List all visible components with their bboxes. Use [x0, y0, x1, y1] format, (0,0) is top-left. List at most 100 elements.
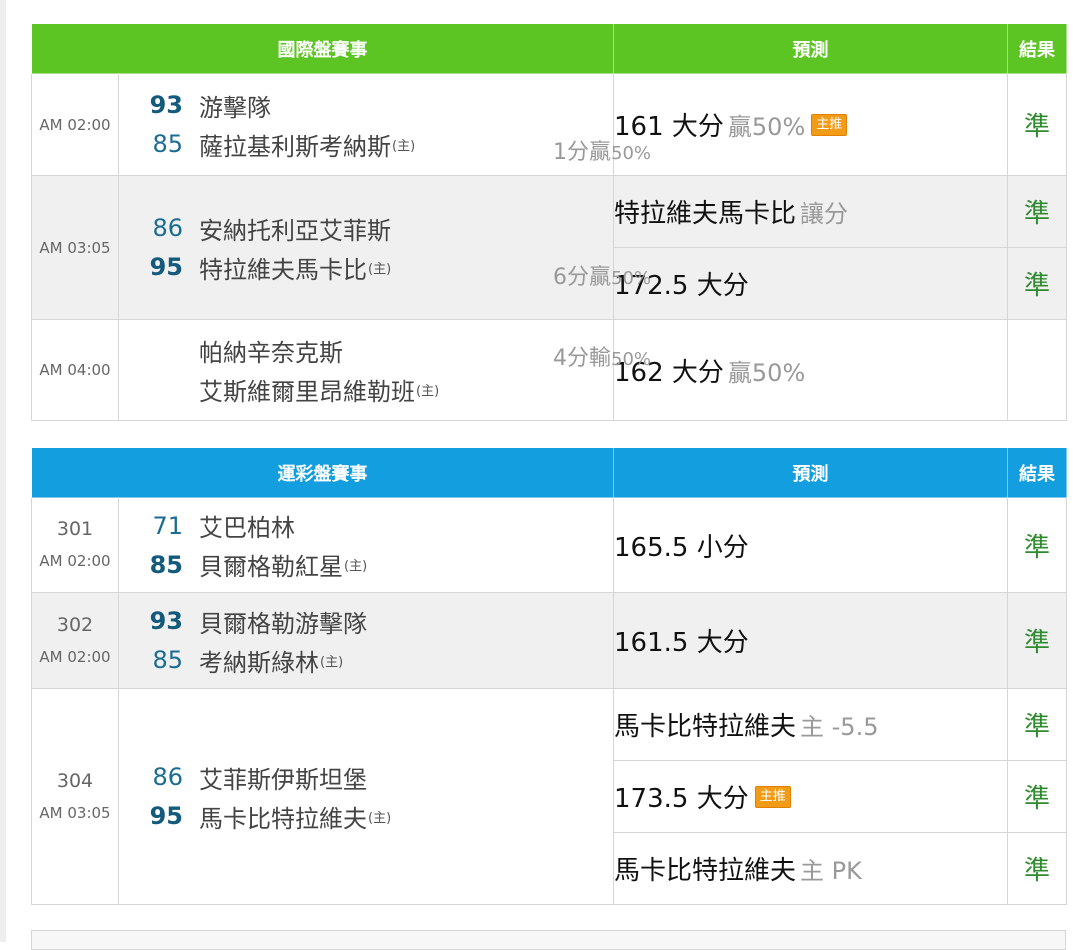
home-team-line: 95 特拉維夫馬卡比 (主) — [119, 248, 613, 287]
home-mark: (主) — [344, 559, 368, 574]
result-cell: 準 — [1007, 688, 1067, 761]
home-team-line: 85 考納斯綠林 (主) — [119, 641, 613, 680]
prediction-sub: 主 -5.5 — [800, 713, 879, 741]
away-score: 86 — [152, 214, 183, 242]
match-time: 301 AM 02:00 — [31, 497, 119, 593]
result-cell: 準 — [1007, 175, 1067, 248]
match-time: AM 04:00 — [31, 319, 119, 421]
prediction-main: 165.5 小分 — [614, 532, 749, 563]
home-score: 95 — [149, 253, 183, 281]
prediction-cell: 馬卡比特拉維夫主 PK — [613, 832, 1008, 905]
intl-header-match: 國際盤賽事 — [31, 23, 614, 74]
away-team-name: 艾菲斯伊斯坦堡 — [199, 765, 367, 794]
match-time: 302 AM 02:00 — [31, 592, 119, 689]
table-row: AM 03:05 86 安納托利亞艾菲斯 95 特拉維夫馬卡比 (主) 6分贏50… — [31, 175, 1067, 320]
prediction-main: 馬卡比特拉維夫 — [614, 712, 797, 742]
left-edge-divider — [0, 0, 6, 942]
home-team-name: 馬卡比特拉維夫 — [199, 804, 367, 833]
home-score: 85 — [149, 550, 183, 579]
prediction-sub: 贏50% — [727, 358, 806, 387]
result-cell — [1007, 319, 1067, 421]
result-cell: 準 — [1007, 247, 1067, 320]
away-team-line: 93 貝爾格勒游擊隊 — [119, 602, 613, 641]
match-time: AM 02:00 — [31, 73, 119, 176]
home-mark: (主) — [368, 261, 392, 277]
intl-board-table: 國際盤賽事 預測 結果 AM 02:00 93 游擊隊 85 薩拉基利斯考納斯(… — [31, 23, 1067, 421]
result-cell: 準 — [1007, 832, 1067, 905]
result-cell: 準 — [1007, 592, 1067, 689]
handicap-text: 1分贏50% — [553, 140, 652, 165]
away-team-line: 86 安納托利亞艾菲斯 — [119, 209, 613, 248]
table-row: AM 02:00 93 游擊隊 85 薩拉基利斯考納斯 (主) 1分贏50% 16… — [31, 73, 1067, 176]
home-team-name: 薩拉基利斯考納斯 — [199, 132, 391, 161]
home-team-name: 艾斯維爾里昂維勒班 — [199, 378, 415, 406]
sport-header-result: 結果 — [1007, 447, 1067, 498]
away-score: 93 — [149, 91, 183, 119]
match-cell: 帕納辛奈克斯 艾斯維爾里昂維勒班 (主) 4分輸50% — [118, 319, 651, 421]
home-team-name: 考納斯綠林 — [199, 648, 319, 677]
home-mark: (主) — [320, 654, 344, 670]
home-team-name: 貝爾格勒紅星 — [199, 553, 343, 581]
sport-header-row: 運彩盤賽事 預測 結果 — [31, 447, 1067, 498]
sport-header-match: 運彩盤賽事 — [31, 447, 614, 498]
intl-header-row: 國際盤賽事 預測 結果 — [31, 23, 1067, 74]
prediction-cell: 165.5 小分 — [613, 497, 1008, 593]
match-cell: 86 安納托利亞艾菲斯 95 特拉維夫馬卡比 (主) 6分贏50% — [118, 175, 651, 320]
home-team-name: 特拉維夫馬卡比 — [199, 255, 367, 284]
away-team-name: 貝爾格勒游擊隊 — [199, 609, 367, 638]
prediction-sub: 主 PK — [800, 857, 862, 885]
away-score: 86 — [152, 763, 183, 791]
away-team-name: 艾巴柏林 — [199, 514, 295, 542]
home-score: 85 — [152, 646, 183, 674]
away-team-line: 86 艾菲斯伊斯坦堡 — [119, 758, 613, 797]
away-team-line: 帕納辛奈克斯 — [119, 331, 613, 370]
table-row: 301 AM 02:00 71 艾巴柏林 85 貝爾格勒紅星 (主) 165.5 … — [31, 497, 1067, 593]
handicap-text: 6分贏50% — [553, 265, 652, 290]
prediction-sub: 讓分 — [800, 200, 849, 228]
away-team-line: 71 艾巴柏林 — [119, 506, 613, 545]
handicap-text: 4分輸50% — [553, 346, 652, 371]
prediction-cell: 162 大分 贏50% — [613, 319, 1008, 421]
home-team-line: 艾斯維爾里昂維勒班 (主) — [119, 370, 613, 409]
table-row: AM 04:00 帕納辛奈克斯 艾斯維爾里昂維勒班 (主) 4分輸50% 162 … — [31, 319, 1067, 421]
match-number: 302 — [56, 613, 94, 636]
home-team-line: 85 貝爾格勒紅星 (主) — [119, 545, 613, 584]
prediction-cell: 172.5 大分 — [613, 247, 1008, 320]
away-team-line: 93 游擊隊 — [119, 86, 613, 125]
prediction-cell: 161 大分 贏50% 主推 — [613, 73, 1008, 176]
table-row: 304 AM 03:05 86 艾菲斯伊斯坦堡 95 馬卡比特拉維夫 (主) 馬卡… — [31, 688, 1067, 905]
match-time: 304 AM 03:05 — [31, 688, 119, 905]
home-mark: (主) — [368, 810, 392, 826]
away-team-name: 安納托利亞艾菲斯 — [199, 216, 391, 245]
prediction-sub: 贏50% — [727, 113, 806, 141]
home-team-line: 85 薩拉基利斯考納斯 (主) — [119, 125, 613, 164]
sport-board-table: 運彩盤賽事 預測 結果 301 AM 02:00 71 艾巴柏林 85 貝爾格勒… — [31, 447, 1067, 905]
prediction-main: 特拉維夫馬卡比 — [614, 199, 797, 229]
match-number: 304 — [56, 769, 94, 792]
match-cell: 93 游擊隊 85 薩拉基利斯考納斯 (主) 1分贏50% — [118, 73, 651, 176]
away-team-name: 帕納辛奈克斯 — [199, 339, 343, 367]
home-score: 95 — [149, 802, 183, 830]
featured-pick-badge: 主推 — [811, 113, 848, 136]
home-score: 85 — [152, 130, 183, 158]
prediction-cell: 馬卡比特拉維夫主 -5.5 — [613, 688, 1008, 761]
home-mark: (主) — [392, 138, 416, 154]
match-number: 301 — [56, 518, 94, 540]
prediction-main: 173.5 大分 — [614, 784, 749, 814]
away-team-name: 游擊隊 — [199, 93, 271, 122]
prediction-main: 161.5 大分 — [614, 628, 749, 658]
match-time: AM 03:05 — [31, 175, 119, 320]
home-mark: (主) — [416, 384, 440, 399]
prediction-cell: 173.5 大分 主推 — [613, 760, 1008, 833]
intl-header-prediction: 預測 — [613, 23, 1008, 74]
match-cell: 71 艾巴柏林 85 貝爾格勒紅星 (主) — [118, 497, 614, 593]
intl-header-result: 結果 — [1007, 23, 1067, 74]
sport-header-prediction: 預測 — [613, 447, 1008, 498]
match-cell: 86 艾菲斯伊斯坦堡 95 馬卡比特拉維夫 (主) — [118, 688, 614, 905]
prediction-cell: 161.5 大分 — [613, 592, 1008, 689]
away-score: 93 — [149, 607, 183, 635]
result-cell: 準 — [1007, 497, 1067, 593]
featured-pick-badge: 主推 — [754, 785, 791, 808]
result-cell: 準 — [1007, 760, 1067, 833]
next-section-box — [31, 930, 1066, 950]
